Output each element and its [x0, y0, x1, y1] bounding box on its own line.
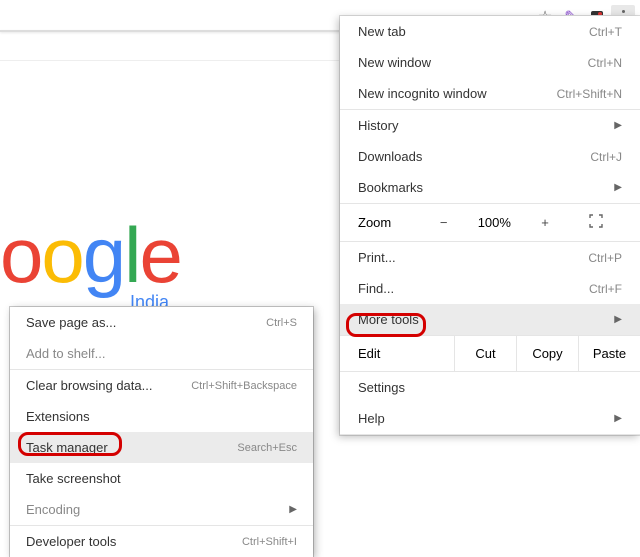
menu-label: Find... [358, 281, 394, 296]
submenu-add-to-shelf[interactable]: Add to shelf... [10, 338, 313, 369]
zoom-in-button[interactable]: + [519, 215, 570, 230]
chrome-main-menu: New tab Ctrl+T New window Ctrl+N New incog… [340, 16, 640, 435]
menu-label: History [358, 118, 398, 133]
more-tools-submenu: Save page as... Ctrl+S Add to shelf... Cl… [10, 307, 313, 557]
submenu-shortcut: Ctrl+Shift+Backspace [191, 380, 297, 392]
submenu-label: Add to shelf... [26, 346, 106, 361]
menu-label: Bookmarks [358, 180, 423, 195]
submenu-label: Developer tools [26, 534, 116, 549]
edit-cut-button[interactable]: Cut [454, 336, 516, 371]
edit-copy-button[interactable]: Copy [516, 336, 578, 371]
submenu-arrow-icon: ▶ [289, 504, 297, 515]
zoom-value: 100% [469, 215, 519, 230]
submenu-arrow-icon: ▶ [614, 120, 622, 131]
menu-new-tab[interactable]: New tab Ctrl+T [340, 16, 640, 47]
fullscreen-icon[interactable] [571, 214, 622, 231]
edit-paste-button[interactable]: Paste [578, 336, 640, 371]
menu-label: More tools [358, 312, 419, 327]
google-logo: oogle [0, 210, 181, 301]
submenu-label: Extensions [26, 409, 90, 424]
menu-help[interactable]: Help ▶ [340, 403, 640, 434]
menu-settings[interactable]: Settings [340, 372, 640, 403]
menu-more-tools[interactable]: More tools ▶ [340, 304, 640, 335]
submenu-label: Save page as... [26, 315, 116, 330]
menu-label: Settings [358, 380, 405, 395]
menu-shortcut: Ctrl+P [588, 251, 622, 265]
menu-label: Print... [358, 250, 396, 265]
menu-shortcut: Ctrl+J [590, 150, 622, 164]
submenu-arrow-icon: ▶ [614, 182, 622, 193]
submenu-label: Take screenshot [26, 471, 121, 486]
submenu-take-screenshot[interactable]: Take screenshot [10, 463, 313, 494]
submenu-encoding[interactable]: Encoding ▶ [10, 494, 313, 525]
submenu-label: Task manager [26, 440, 108, 455]
menu-shortcut: Ctrl+F [589, 282, 622, 296]
menu-shortcut: Ctrl+T [589, 25, 622, 39]
menu-shortcut: Ctrl+Shift+N [557, 87, 622, 101]
menu-separator [340, 434, 640, 435]
menu-history[interactable]: History ▶ [340, 110, 640, 141]
submenu-shortcut: Search+Esc [237, 442, 297, 454]
edit-label: Edit [340, 336, 454, 371]
menu-find[interactable]: Find... Ctrl+F [340, 273, 640, 304]
submenu-save-page[interactable]: Save page as... Ctrl+S [10, 307, 313, 338]
menu-downloads[interactable]: Downloads Ctrl+J [340, 141, 640, 172]
zoom-out-button[interactable]: − [418, 215, 469, 230]
submenu-label: Clear browsing data... [26, 378, 152, 393]
menu-shortcut: Ctrl+N [588, 56, 622, 70]
submenu-shortcut: Ctrl+S [266, 317, 297, 329]
menu-label: New incognito window [358, 86, 487, 101]
submenu-developer-tools[interactable]: Developer tools Ctrl+Shift+I [10, 526, 313, 557]
submenu-extensions[interactable]: Extensions [10, 401, 313, 432]
logo-letter: l [124, 211, 139, 299]
menu-new-incognito[interactable]: New incognito window Ctrl+Shift+N [340, 78, 640, 109]
menu-new-window[interactable]: New window Ctrl+N [340, 47, 640, 78]
menu-zoom-row: Zoom − 100% + [340, 204, 640, 241]
submenu-arrow-icon: ▶ [614, 413, 622, 424]
submenu-task-manager[interactable]: Task manager Search+Esc [10, 432, 313, 463]
submenu-shortcut: Ctrl+Shift+I [242, 536, 297, 548]
logo-letter: e [140, 211, 181, 299]
menu-label: New window [358, 55, 431, 70]
logo-letter: o [0, 211, 41, 299]
menu-label: New tab [358, 24, 406, 39]
zoom-label: Zoom [358, 215, 418, 230]
menu-label: Downloads [358, 149, 422, 164]
menu-print[interactable]: Print... Ctrl+P [340, 242, 640, 273]
logo-letter: o [41, 211, 82, 299]
logo-letter: g [83, 211, 124, 299]
submenu-arrow-icon: ▶ [614, 314, 622, 325]
submenu-label: Encoding [26, 502, 80, 517]
menu-bookmarks[interactable]: Bookmarks ▶ [340, 172, 640, 203]
menu-edit-row: Edit Cut Copy Paste [340, 335, 640, 371]
submenu-clear-browsing-data[interactable]: Clear browsing data... Ctrl+Shift+Backspa… [10, 370, 313, 401]
menu-label: Help [358, 411, 385, 426]
